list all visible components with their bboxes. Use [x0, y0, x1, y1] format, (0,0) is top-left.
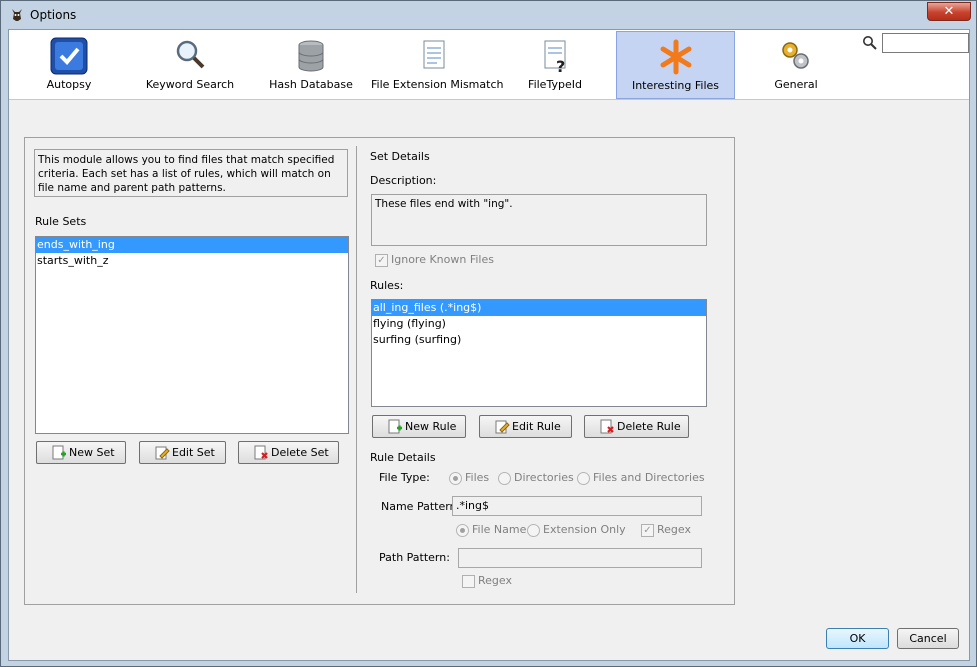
name-option-file-name-radio[interactable]: [456, 524, 469, 537]
options-content: Autopsy Keyword Search Hash Database Fil…: [8, 29, 970, 661]
delete-rule-label: Delete Rule: [617, 420, 681, 433]
name-pattern-field[interactable]: .*ing$: [452, 496, 702, 516]
name-option-file-name-label: File Name: [472, 523, 527, 536]
options-search-input[interactable]: [882, 33, 969, 53]
ok-button[interactable]: OK: [826, 628, 889, 649]
gears-icon: [782, 42, 809, 69]
document-icon: [423, 40, 445, 69]
set-details-heading: Set Details: [370, 150, 430, 163]
options-window: Options ✕ Autopsy Keyword Search Hash Da…: [0, 0, 977, 667]
tab-hash-database-label: Hash Database: [269, 78, 353, 91]
path-regex-checkbox[interactable]: [462, 575, 475, 588]
new-document-icon: [52, 445, 66, 460]
delete-set-button[interactable]: Delete Set: [238, 441, 339, 464]
window-close-button[interactable]: ✕: [927, 2, 971, 21]
module-description: This module allows you to find files tha…: [34, 149, 348, 197]
list-item[interactable]: surfing (surfing): [372, 332, 706, 348]
tab-hash-database[interactable]: Hash Database: [251, 31, 371, 99]
name-regex-label: Regex: [657, 523, 691, 536]
list-item[interactable]: all_ing_files (.*ing$): [372, 300, 706, 316]
file-type-files-label: Files: [465, 471, 490, 484]
rule-sets-list[interactable]: ends_with_ing starts_with_z: [35, 236, 349, 434]
new-document-icon: [388, 419, 402, 434]
list-item[interactable]: ends_with_ing: [36, 237, 348, 253]
name-regex-checkbox[interactable]: ✓: [641, 524, 654, 537]
svg-text:?: ?: [556, 57, 565, 76]
path-regex-label: Regex: [478, 574, 512, 587]
edit-document-icon: [495, 420, 510, 434]
document-question-icon: ?: [544, 40, 566, 76]
tab-file-extension-mismatch-label: File Extension Mismatch: [371, 78, 504, 91]
set-description-textarea[interactable]: These files end with "ing".: [371, 194, 707, 246]
name-option-extension-radio[interactable]: [527, 524, 540, 537]
tab-autopsy[interactable]: Autopsy: [9, 31, 129, 99]
category-toolbar: Autopsy Keyword Search Hash Database Fil…: [9, 30, 969, 100]
title-bar[interactable]: Options ✕: [1, 1, 976, 29]
interesting-files-panel: This module allows you to find files tha…: [24, 137, 735, 605]
ignore-known-files-label: Ignore Known Files: [391, 253, 494, 266]
file-type-both-radio[interactable]: [577, 472, 590, 485]
delete-document-icon: [254, 445, 268, 460]
new-rule-button[interactable]: New Rule: [372, 415, 466, 438]
tab-interesting-files[interactable]: Interesting Files: [616, 31, 735, 99]
delete-document-icon: [600, 419, 614, 434]
ignore-known-files-checkbox[interactable]: ✓: [375, 254, 388, 267]
rule-sets-label: Rule Sets: [35, 215, 87, 228]
path-pattern-field[interactable]: [458, 548, 702, 568]
edit-rule-label: Edit Rule: [512, 420, 561, 433]
new-rule-label: New Rule: [405, 420, 457, 433]
description-label: Description:: [370, 174, 437, 187]
delete-set-label: Delete Set: [271, 446, 329, 459]
cancel-button[interactable]: Cancel: [897, 628, 959, 649]
file-type-both-label: Files and Directories: [593, 471, 705, 484]
rules-list[interactable]: all_ing_files (.*ing$) flying (flying) s…: [371, 299, 707, 407]
autopsy-dog-icon: [12, 9, 22, 21]
file-type-label: File Type:: [379, 471, 430, 484]
new-set-button[interactable]: New Set: [36, 441, 126, 464]
edit-set-button[interactable]: Edit Set: [139, 441, 226, 464]
tab-keyword-search-label: Keyword Search: [145, 78, 235, 91]
rules-label: Rules:: [370, 279, 404, 292]
autopsy-checkmark-icon: [50, 37, 88, 75]
tab-interesting-files-label: Interesting Files: [631, 79, 720, 92]
tab-keyword-search[interactable]: Keyword Search: [129, 31, 251, 99]
edit-set-label: Edit Set: [172, 446, 215, 459]
delete-rule-button[interactable]: Delete Rule: [584, 415, 689, 438]
tab-file-extension-mismatch[interactable]: File Extension Mismatch: [371, 31, 504, 99]
close-icon: ✕: [943, 4, 955, 19]
file-type-directories-radio[interactable]: [498, 472, 511, 485]
tab-general[interactable]: General: [736, 31, 856, 99]
tab-filetypeid-label: FileTypeId: [528, 78, 582, 91]
list-item[interactable]: starts_with_z: [36, 253, 348, 269]
path-pattern-label: Path Pattern:: [379, 551, 450, 564]
file-type-files-radio[interactable]: [449, 472, 462, 485]
tab-general-label: General: [774, 78, 818, 91]
name-option-extension-label: Extension Only: [543, 523, 626, 536]
tab-filetypeid[interactable]: ? FileTypeId: [495, 31, 615, 99]
file-type-directories-label: Directories: [514, 471, 574, 484]
name-pattern-label: Name Pattern: [381, 500, 457, 513]
asterisk-icon: [660, 39, 691, 75]
window-title: Options: [30, 8, 77, 22]
search-icon: [863, 36, 877, 50]
new-set-label: New Set: [69, 446, 115, 459]
list-item[interactable]: flying (flying): [372, 316, 706, 332]
edit-document-icon: [155, 446, 170, 460]
panel-divider: [356, 146, 357, 593]
edit-rule-button[interactable]: Edit Rule: [479, 415, 572, 438]
tab-autopsy-label: Autopsy: [46, 78, 92, 91]
magnifier-icon: [176, 40, 205, 69]
rule-details-heading: Rule Details: [370, 451, 436, 464]
database-icon: [298, 40, 324, 72]
